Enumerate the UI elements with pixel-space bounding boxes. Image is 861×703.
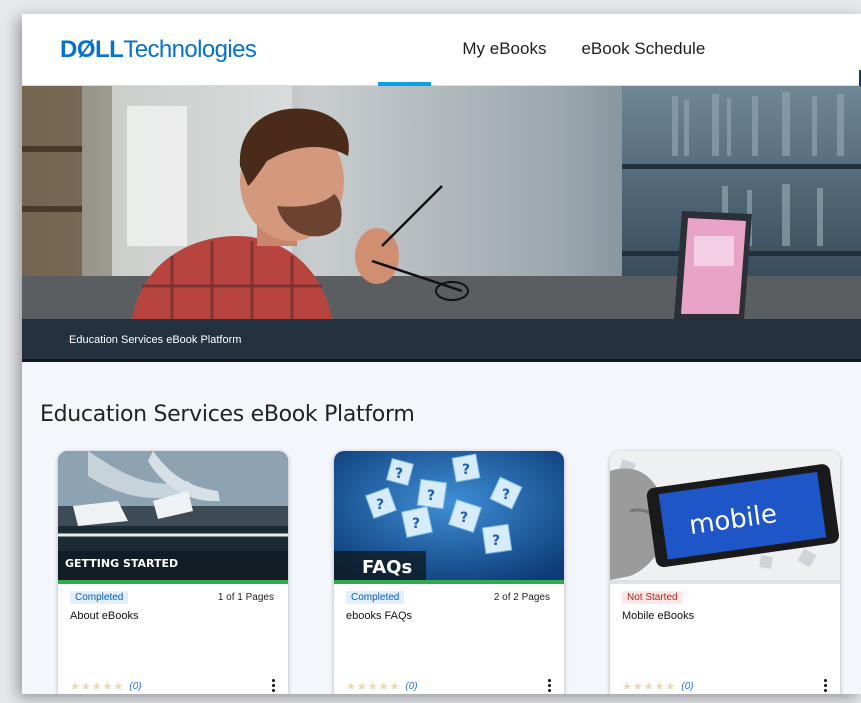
card-title[interactable]: About eBooks	[70, 610, 139, 622]
svg-text:?: ?	[376, 497, 384, 513]
star-rating[interactable]: ★ ★ ★ ★ ★ (0)	[346, 680, 418, 693]
more-options-icon[interactable]	[824, 679, 828, 692]
rating-count: (0)	[129, 681, 142, 692]
faq-dice-image: ??? ??? ?? FAQs	[334, 451, 564, 580]
star-icon[interactable]: ★	[655, 680, 665, 693]
card-image-mobile[interactable]: mobile	[610, 451, 840, 580]
svg-text:?: ?	[462, 462, 470, 478]
rating-count: (0)	[681, 681, 694, 692]
star-icon[interactable]: ★	[622, 680, 632, 693]
star-icon[interactable]: ★	[114, 680, 124, 693]
more-options-icon[interactable]	[548, 679, 552, 692]
site-header: DØLL Technologies Home My eBooks eBook S…	[22, 14, 861, 87]
page-count: 1 of 1 Pages	[217, 592, 274, 603]
svg-text:FAQs: FAQs	[362, 557, 412, 578]
status-badge: Completed	[346, 591, 405, 604]
browser-window: DØLL Technologies Home My eBooks eBook S…	[22, 14, 861, 694]
runner-image: GETTING STARTED	[58, 451, 288, 580]
more-options-icon[interactable]	[272, 679, 276, 692]
svg-text:?: ?	[412, 516, 420, 532]
svg-text:?: ?	[502, 487, 510, 503]
star-icon[interactable]: ★	[70, 680, 80, 693]
card-image-getting-started[interactable]: GETTING STARTED	[58, 451, 288, 580]
star-icon[interactable]: ★	[644, 680, 654, 693]
card-progress-bar	[334, 580, 564, 584]
card-progress-fill	[58, 580, 288, 584]
main-nav: Home My eBooks eBook Schedule	[378, 14, 736, 86]
svg-text:GETTING STARTED: GETTING STARTED	[65, 557, 178, 570]
nav-home[interactable]: Home	[378, 14, 432, 86]
status-badge: Not Started	[622, 591, 683, 604]
card-image-faqs[interactable]: ??? ??? ?? FAQs	[334, 451, 564, 580]
card-progress-fill	[334, 580, 564, 584]
ebook-card-mobile[interactable]: mobile Not Started Mobile eBooks ★ ★ ★ ★…	[610, 451, 840, 694]
page-count: 2 of 2 Pages	[493, 592, 550, 603]
ebook-card-faqs[interactable]: ??? ??? ?? FAQs Completed 2 of 2 Pages e…	[334, 451, 564, 694]
star-icon[interactable]: ★	[92, 680, 102, 693]
star-icon[interactable]: ★	[346, 680, 356, 693]
mobile-phone-image: mobile	[610, 451, 840, 580]
hero-caption: Education Services eBook Platform	[69, 334, 242, 346]
star-icon[interactable]: ★	[103, 680, 113, 693]
star-icon[interactable]: ★	[390, 680, 400, 693]
hero-banner	[22, 86, 861, 319]
svg-text:?: ?	[460, 510, 468, 526]
card-progress-bar	[58, 580, 288, 584]
svg-text:?: ?	[427, 488, 435, 504]
card-title[interactable]: Mobile eBooks	[622, 610, 694, 622]
ebook-card-about[interactable]: GETTING STARTED Completed 1 of 1 Pages A…	[58, 451, 288, 694]
rating-count: (0)	[405, 681, 418, 692]
card-progress-bar	[610, 580, 840, 584]
star-rating[interactable]: ★ ★ ★ ★ ★ (0)	[70, 680, 142, 693]
star-icon[interactable]: ★	[666, 680, 676, 693]
star-rating[interactable]: ★ ★ ★ ★ ★ (0)	[622, 680, 694, 693]
svg-text:?: ?	[492, 533, 500, 549]
logo-technologies-text: Technologies	[123, 36, 257, 63]
svg-text:?: ?	[395, 466, 403, 482]
star-icon[interactable]: ★	[633, 680, 643, 693]
nav-my-ebooks[interactable]: My eBooks	[458, 14, 550, 86]
card-title[interactable]: ebooks FAQs	[346, 610, 412, 622]
hero-photo	[22, 86, 861, 319]
page-title: Education Services eBook Platform	[40, 402, 415, 427]
logo-dell-text: DØLL	[60, 36, 124, 63]
star-icon[interactable]: ★	[81, 680, 91, 693]
star-icon[interactable]: ★	[368, 680, 378, 693]
nav-ebook-schedule[interactable]: eBook Schedule	[577, 14, 709, 86]
star-icon[interactable]: ★	[357, 680, 367, 693]
dell-technologies-logo[interactable]: DØLL Technologies	[60, 36, 257, 64]
star-icon[interactable]: ★	[379, 680, 389, 693]
hero-caption-bar: Education Services eBook Platform	[22, 319, 861, 362]
status-badge: Completed	[70, 591, 129, 604]
